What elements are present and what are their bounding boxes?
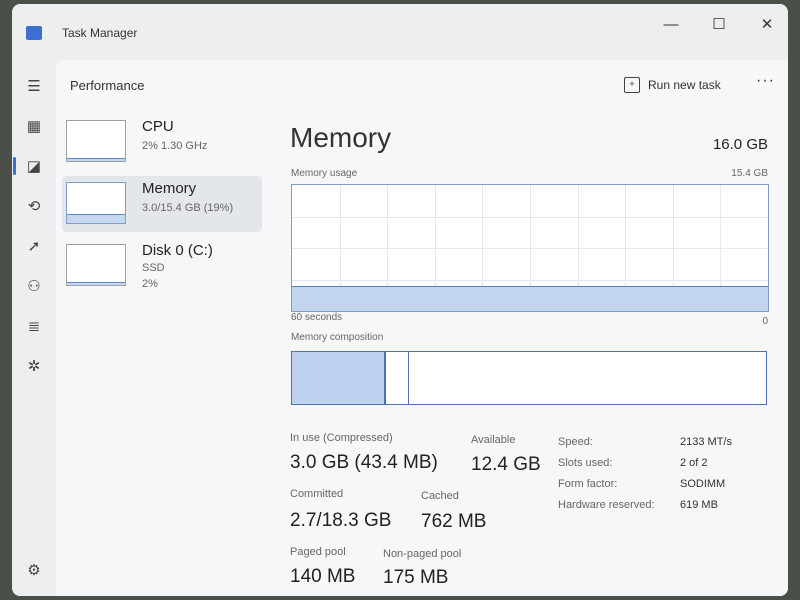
task-manager-app-icon <box>26 26 42 40</box>
run-task-icon: + <box>624 77 640 93</box>
device-name: CPU <box>142 118 174 135</box>
minimize-button[interactable]: — <box>648 10 694 38</box>
hardware-reserved-value: 619 MB <box>680 499 718 511</box>
startup-apps-icon: ➚ <box>27 238 41 255</box>
device-name: Disk 0 (C:) <box>142 242 213 259</box>
device-memory[interactable]: Memory 3.0/15.4 GB (19%) <box>62 176 262 232</box>
disk-thumbnail-fill <box>67 282 125 285</box>
users-icon: ⚇ <box>27 278 41 295</box>
maximize-button[interactable]: ☐ <box>696 10 742 38</box>
nav-users[interactable]: ⚇ <box>20 272 48 300</box>
available-label: Available <box>471 434 516 446</box>
app-history-icon: ⟲ <box>27 198 41 215</box>
nav-startup-apps[interactable]: ➚ <box>20 232 48 260</box>
committed-label: Committed <box>290 488 344 500</box>
memory-usage-fill <box>292 286 768 311</box>
nav-services[interactable]: ✲ <box>20 352 48 380</box>
available-value: 12.4 GB <box>471 454 541 475</box>
minimize-icon: — <box>663 15 679 33</box>
graph-time-right: 0 <box>762 316 768 327</box>
device-usage: 2% <box>142 278 158 290</box>
device-detail: 3.0/15.4 GB (19%) <box>142 202 234 214</box>
nav-performance[interactable]: ◪ <box>20 152 48 180</box>
paged-pool-value: 140 MB <box>290 566 356 587</box>
nav-app-history[interactable]: ⟲ <box>20 192 48 220</box>
memory-usage-max: 15.4 GB <box>731 168 768 179</box>
close-button[interactable]: ✕ <box>744 10 788 38</box>
services-icon: ✲ <box>27 358 41 375</box>
memory-composition-label: Memory composition <box>291 332 384 343</box>
device-disk[interactable]: Disk 0 (C:) SSD 2% <box>62 238 262 294</box>
memory-thumbnail-fill <box>67 214 125 223</box>
memory-usage-label: Memory usage <box>291 168 358 179</box>
nav-settings[interactable]: ⚙ <box>20 556 48 584</box>
performance-icon: ◪ <box>26 158 42 175</box>
memory-usage-graph <box>291 184 769 312</box>
more-options-button[interactable]: ··· <box>756 72 775 90</box>
committed-value: 2.7/18.3 GB <box>290 510 392 531</box>
nav-details[interactable]: ≣ <box>20 312 48 340</box>
speed-value: 2133 MT/s <box>680 436 732 448</box>
nav-processes[interactable]: ▦ <box>20 112 48 140</box>
memory-total: 16.0 GB <box>712 136 768 153</box>
run-new-task-label: Run new task <box>648 78 721 92</box>
memory-thumbnail-graph <box>66 182 126 224</box>
left-nav: ☰ ▦ ◪ ⟲ ➚ ⚇ ≣ ✲ ⚙ <box>12 60 56 596</box>
hardware-reserved-label: Hardware reserved: <box>558 499 655 511</box>
device-cpu[interactable]: CPU 2% 1.30 GHz <box>62 114 262 170</box>
memory-heading: Memory <box>290 122 392 153</box>
composition-modified <box>386 352 410 404</box>
non-paged-pool-label: Non-paged pool <box>383 548 462 560</box>
slots-used-label: Slots used: <box>558 457 613 469</box>
title-bar: Task Manager — ☐ ✕ <box>12 4 788 60</box>
nav-active-indicator <box>13 157 16 175</box>
device-name: Memory <box>142 180 197 197</box>
cached-label: Cached <box>421 490 459 502</box>
speed-label: Speed: <box>558 436 593 448</box>
close-icon: ✕ <box>760 16 774 33</box>
hamburger-menu-icon: ☰ <box>27 78 41 95</box>
device-type: SSD <box>142 262 165 274</box>
page-title: Performance <box>70 78 145 93</box>
in-use-label: In use (Compressed) <box>290 432 393 444</box>
task-manager-window: Task Manager — ☐ ✕ ☰ ▦ ◪ ⟲ ➚ ⚇ ≣ ✲ ⚙ Per… <box>12 4 788 596</box>
cpu-thumbnail-graph <box>66 120 126 162</box>
device-detail: 2% 1.30 GHz <box>142 140 208 152</box>
form-factor-label: Form factor: <box>558 478 618 490</box>
window-title: Task Manager <box>62 26 138 40</box>
details-icon: ≣ <box>27 318 41 335</box>
nav-menu-button[interactable]: ☰ <box>20 72 48 100</box>
composition-free <box>409 352 766 404</box>
graph-time-left: 60 seconds <box>291 312 343 323</box>
slots-used-value: 2 of 2 <box>680 457 708 469</box>
composition-in-use <box>292 352 387 404</box>
form-factor-value: SODIMM <box>680 478 726 490</box>
in-use-value: 3.0 GB (43.4 MB) <box>290 452 438 473</box>
cpu-thumbnail-fill <box>67 158 125 161</box>
maximize-icon: ☐ <box>712 16 726 33</box>
disk-thumbnail-graph <box>66 244 126 286</box>
settings-gear-icon: ⚙ <box>27 562 41 579</box>
paged-pool-label: Paged pool <box>290 546 346 558</box>
processes-icon: ▦ <box>26 118 42 135</box>
memory-composition-bar <box>291 351 767 405</box>
cached-value: 762 MB <box>421 511 487 532</box>
run-new-task-button[interactable]: + Run new task <box>624 74 721 96</box>
non-paged-pool-value: 175 MB <box>383 567 449 588</box>
performance-panel: Performance + Run new task ··· CPU 2% 1.… <box>56 60 788 596</box>
